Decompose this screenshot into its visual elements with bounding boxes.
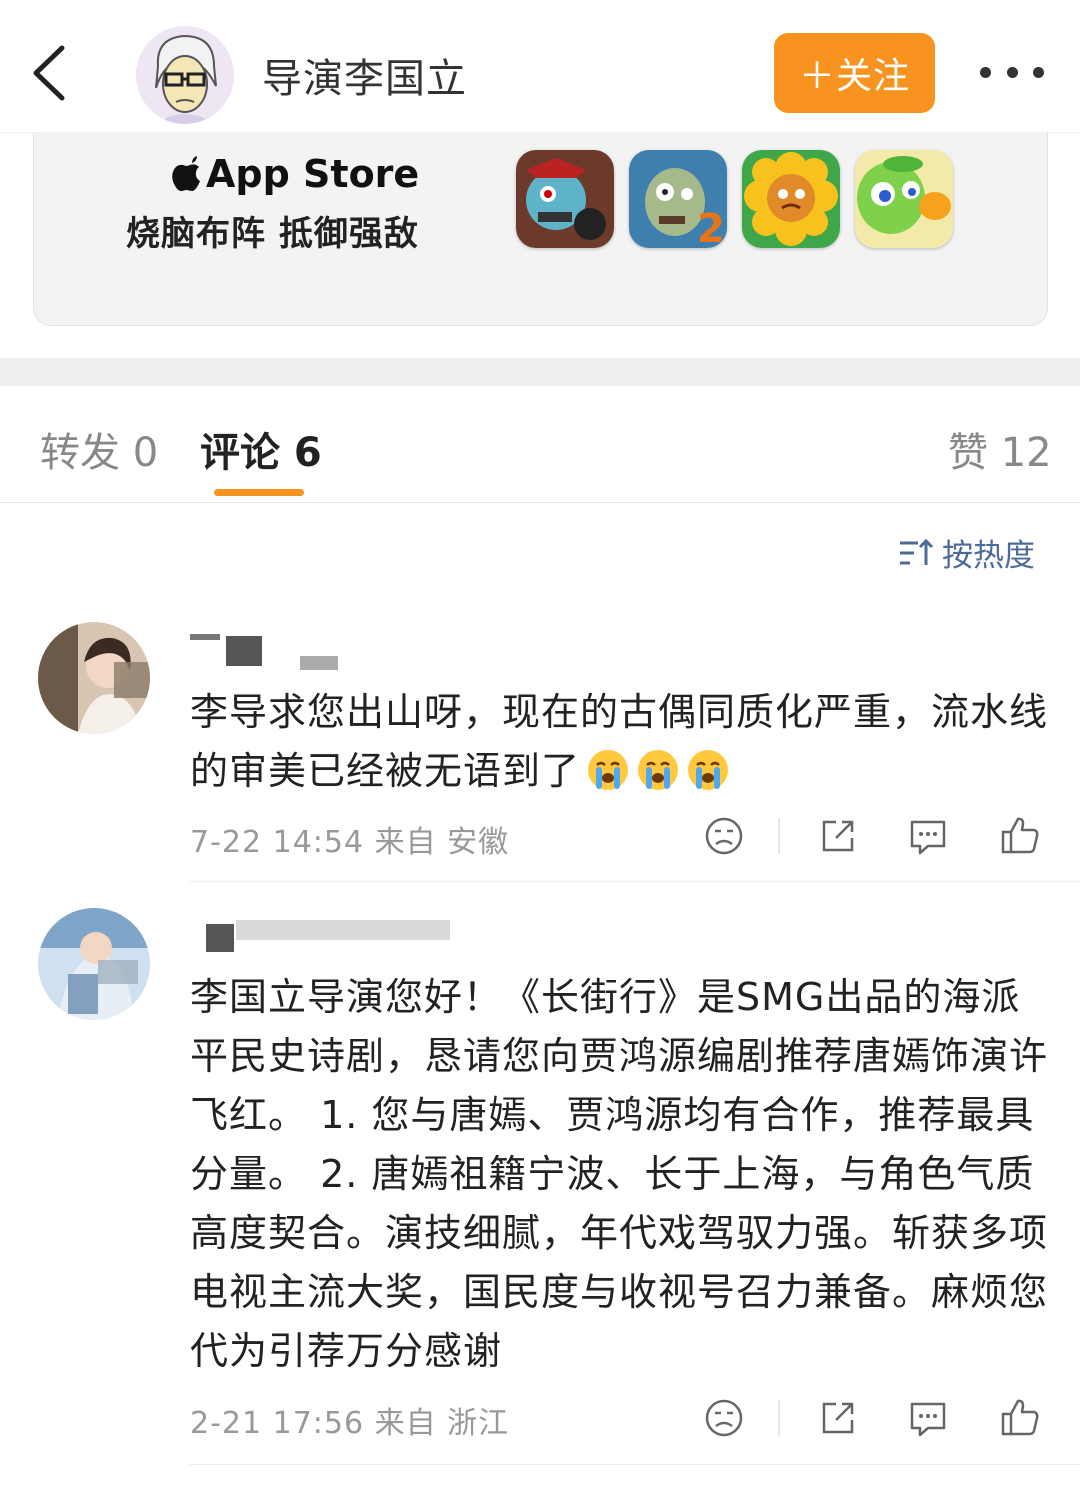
- crying-emoji-icon: [688, 750, 729, 790]
- dislike-face-icon[interactable]: [702, 814, 746, 858]
- game-icon-peashooter[interactable]: [855, 150, 953, 248]
- more-options-icon[interactable]: [980, 60, 1044, 84]
- comment-actions: [700, 1396, 1045, 1440]
- like-thumb-icon[interactable]: [998, 814, 1042, 858]
- redacted-username-block: [206, 924, 234, 952]
- section-separator: [0, 358, 1080, 386]
- reply-icon[interactable]: [906, 1396, 950, 1440]
- apple-logo-icon: [172, 156, 200, 192]
- comment-meta: 2-21 17:56 来自 浙江: [190, 1406, 510, 1441]
- redacted-username-block: [236, 920, 450, 940]
- sort-by-hot-button[interactable]: 按热度: [898, 530, 1035, 575]
- back-arrow-icon[interactable]: [26, 40, 74, 106]
- game-icon-sunflower[interactable]: [742, 150, 840, 248]
- comment-divider: [190, 1464, 1080, 1465]
- author-avatar[interactable]: [136, 26, 234, 124]
- crying-emoji-icon: [588, 750, 629, 790]
- tabs-divider: [0, 502, 1080, 503]
- dislike-face-icon[interactable]: [702, 1396, 746, 1440]
- app-store-label: App Store: [206, 152, 420, 196]
- redacted-username-block: [190, 634, 220, 640]
- follow-button[interactable]: ＋关注: [774, 33, 935, 113]
- comment-meta: 7-22 14:54 来自 安徽: [190, 825, 510, 860]
- sort-label: 按热度: [942, 538, 1035, 574]
- tab-comments[interactable]: 评论 6: [200, 420, 322, 478]
- app-store-brand: App Store: [170, 152, 419, 196]
- share-icon[interactable]: [816, 814, 860, 858]
- crying-emoji-icon: [638, 750, 679, 790]
- tab-reposts[interactable]: 转发 0: [40, 420, 158, 478]
- redacted-username-block: [226, 636, 262, 666]
- game-icon-zombie-pirate[interactable]: [516, 150, 614, 248]
- reply-icon[interactable]: [906, 814, 950, 858]
- comment-text: 李国立导演您好！《长街行》是SMG出品的海派平民史诗剧，恳请您向贾鸿源编剧推荐唐…: [190, 975, 1049, 1373]
- comment-actions: [700, 814, 1045, 858]
- commenter-avatar[interactable]: [38, 622, 150, 734]
- comment-text: 李导求您出山呀，现在的古偶同质化严重，流水线的审美已经被无语到了: [190, 683, 1050, 801]
- like-thumb-icon[interactable]: [998, 1396, 1042, 1440]
- redacted-username-block: [300, 656, 338, 670]
- action-separator: [778, 818, 780, 854]
- action-separator: [778, 1400, 780, 1436]
- comment-divider: [190, 881, 1080, 882]
- tab-likes[interactable]: 赞 12: [948, 420, 1052, 478]
- svg-text:2: 2: [697, 206, 725, 248]
- commenter-avatar[interactable]: [38, 908, 150, 1020]
- share-icon[interactable]: [816, 1396, 860, 1440]
- top-bar: 导演李国立 ＋关注: [0, 0, 1080, 133]
- author-name[interactable]: 导演李国立: [262, 46, 467, 104]
- ad-tagline: 烧脑布阵 抵御强敌: [126, 214, 419, 254]
- active-tab-indicator: [214, 489, 304, 496]
- game-icon-zombie-2[interactable]: 2: [629, 150, 727, 248]
- sort-icon: [900, 538, 934, 565]
